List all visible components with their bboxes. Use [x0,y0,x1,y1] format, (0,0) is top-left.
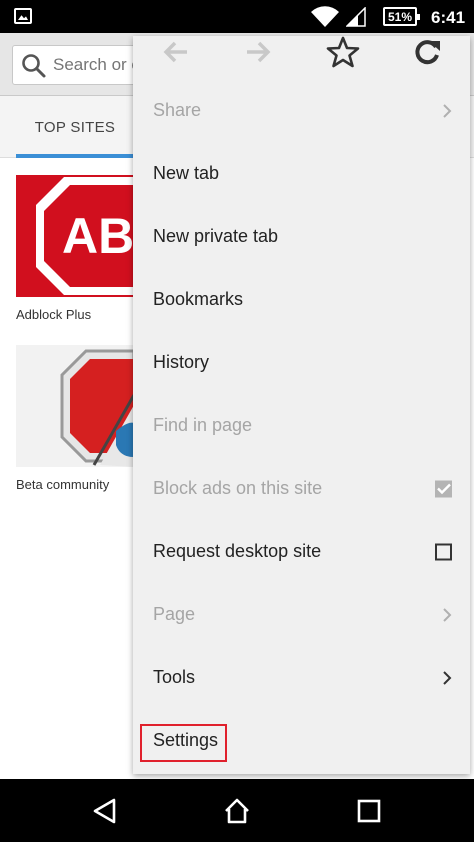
menu-item-block-ads[interactable]: Block ads on this site [133,457,470,520]
battery-percent: 51% [387,9,413,24]
menu-item-label: New private tab [153,226,279,246]
top-site-tile[interactable]: AB Adblock Plus [16,175,134,322]
menu-item-bookmarks[interactable]: Bookmarks [133,268,470,331]
search-icon [22,54,46,78]
top-site-tile[interactable]: Beta community [16,345,134,492]
menu-item-label: Bookmarks [153,289,244,309]
image-icon [14,8,32,24]
signal-icon [346,7,366,27]
beta-community-thumbnail [16,345,134,467]
menu-item-label: Request desktop site [153,541,322,561]
wifi-icon [311,6,339,28]
status-bar: 51% 6:41 [0,0,474,33]
tab-top-sites-label: TOP SITES [34,118,116,136]
back-arrow-icon[interactable] [155,36,195,68]
clock: 6:41 [431,8,466,27]
menu-item-label: New tab [153,163,220,183]
checkmark-icon [436,483,451,495]
menu-item-label: Share [153,100,202,120]
menu-item-label: Block ads on this site [153,478,323,498]
chevron-right-icon [443,670,452,685]
menu-nav-row [133,36,470,76]
settings-highlight-box [140,724,227,762]
menu-item-request-desktop-site[interactable]: Request desktop site [133,520,470,583]
reload-icon[interactable] [407,36,447,68]
adblock-plus-thumbnail: AB [16,175,134,297]
menu-item-new-tab[interactable]: New tab [133,142,470,205]
back-triangle-icon[interactable] [89,795,121,827]
menu-item-page[interactable]: Page [133,583,470,646]
menu-item-label: Find in page [153,415,253,435]
chevron-right-icon [443,103,452,118]
forward-arrow-icon[interactable] [239,36,279,68]
top-site-label: Adblock Plus [16,307,92,322]
star-icon[interactable] [323,36,363,68]
menu-item-find-in-page[interactable]: Find in page [133,394,470,457]
battery-indicator: 51% [383,7,420,26]
tab-top-sites[interactable]: TOP SITES [16,96,134,158]
recents-square-icon[interactable] [353,795,385,827]
overflow-menu: Share New tab New private tab Bookmarks … [133,36,470,774]
menu-item-label: Page [153,604,196,624]
menu-item-label: Tools [153,667,196,687]
system-nav-bar [0,779,474,842]
menu-item-history[interactable]: History [133,331,470,394]
menu-item-new-private-tab[interactable]: New private tab [133,205,470,268]
top-site-label: Beta community [16,477,110,492]
menu-item-tools[interactable]: Tools [133,646,470,709]
menu-item-label: History [153,352,210,372]
chevron-right-icon [443,607,452,622]
menu-item-share[interactable]: Share [133,79,470,142]
adblock-logo-text: AB [62,208,134,264]
beta-logo-icon [16,345,134,467]
home-icon[interactable] [221,795,253,827]
block-ads-checkbox[interactable] [435,480,452,497]
request-desktop-checkbox[interactable] [435,543,452,560]
